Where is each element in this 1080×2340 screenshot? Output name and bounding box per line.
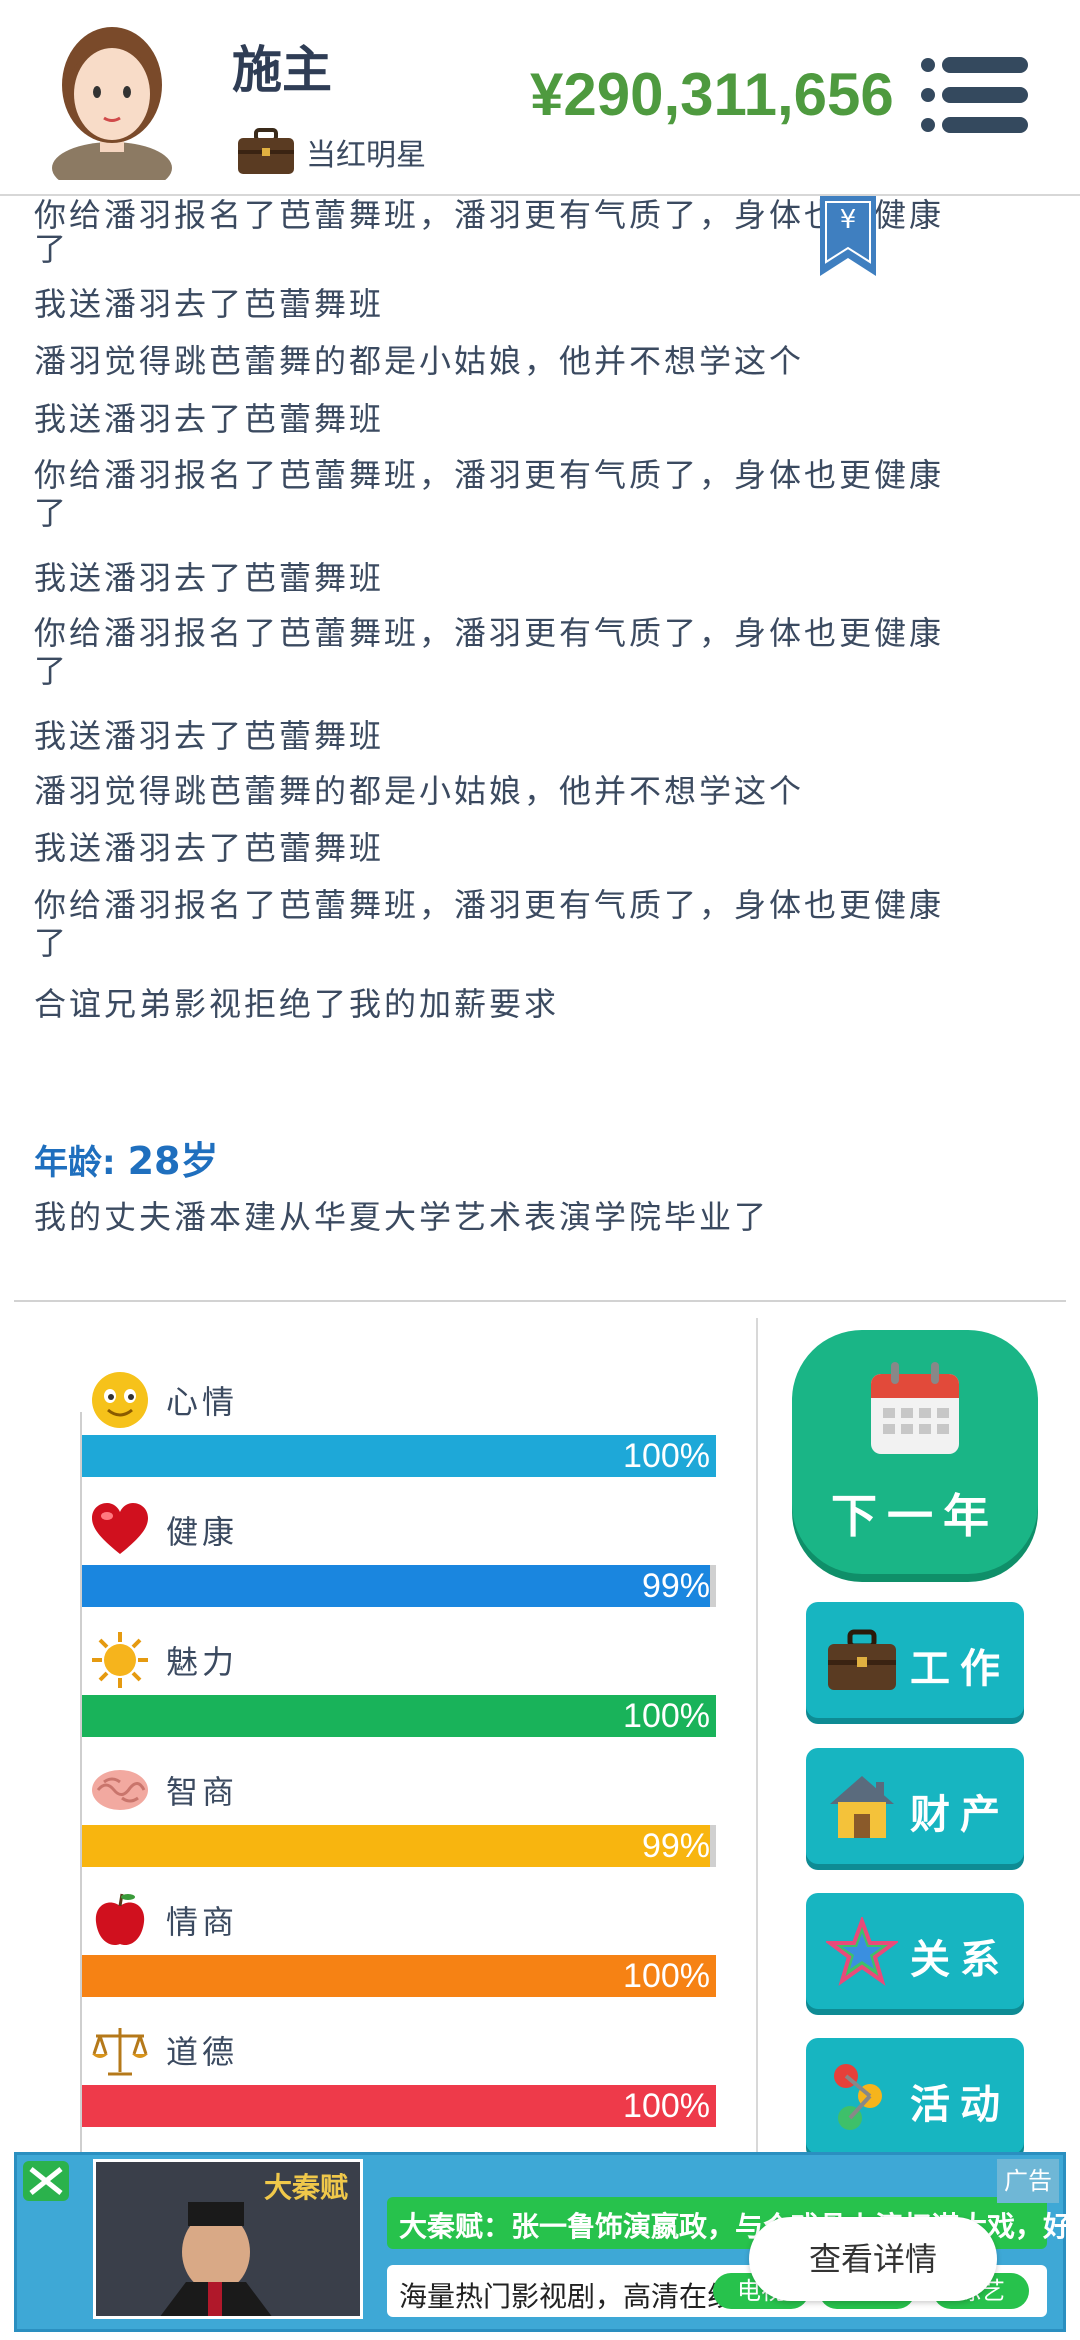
section-divider (14, 1300, 1066, 1302)
stat-value: 100% (623, 1437, 710, 1475)
stat-bar-fill (82, 1955, 716, 1997)
sun-icon (92, 1632, 148, 1688)
stat-head: 魅力 (90, 1630, 238, 1690)
stat-iq: 智商 99% (82, 1760, 722, 1890)
stat-label: 道德 (166, 2033, 239, 2071)
stat-head: 道德 (90, 2020, 238, 2080)
apple-icon (95, 1893, 145, 1946)
log-line: 我送潘羽去了芭蕾舞班 (34, 829, 385, 867)
next-year-label: 下一年 (831, 1489, 999, 1543)
stat-head: 心情 (90, 1370, 238, 1430)
stat-head: 情商 (90, 1890, 238, 1950)
age-value: 28岁 (127, 1139, 219, 1183)
relations-label: 关系 (910, 1937, 1010, 1983)
property-button[interactable]: 财产 (806, 1748, 1024, 1864)
log-line: 了 (34, 652, 70, 690)
briefcase-icon (238, 128, 294, 174)
stat-bar-fill (82, 1825, 710, 1867)
log-line: 我送潘羽去了芭蕾舞班 (34, 559, 385, 597)
house-icon (830, 1776, 894, 1838)
ad-thumbnail-title: 大秦赋 (263, 2171, 348, 2204)
stat-bar-track: 99% (82, 1565, 716, 1607)
activities-button[interactable]: 活动 (806, 2038, 1024, 2154)
calendar-icon (871, 1362, 959, 1454)
ad-banner[interactable]: 大秦赋 大秦赋：张一鲁饰演嬴政，与众戏骨上演权谋大戏，好架 海量热门影视剧，高清… (14, 2152, 1080, 2332)
stat-label: 魅力 (166, 1643, 239, 1681)
stat-value: 100% (623, 1957, 710, 1995)
stat-morality: 道德 100% (82, 2020, 722, 2150)
activities-icon (834, 2064, 882, 2130)
star-icon (826, 1917, 898, 1986)
bookmark-symbol: ¥ (840, 205, 857, 235)
menu-icon[interactable] (920, 55, 1030, 135)
stat-value: 100% (623, 1697, 710, 1735)
stat-bar-track: 100% (82, 1955, 716, 1997)
log-line: 了 (34, 924, 70, 962)
stat-label: 情商 (166, 1903, 239, 1941)
relations-button[interactable]: 关系 (806, 1893, 1024, 2009)
scale-icon (92, 2028, 148, 2076)
ad-thumbnail[interactable]: 大秦赋 (93, 2159, 363, 2319)
ad-details-button[interactable]: 查看详情 (749, 2217, 997, 2301)
stat-head: 健康 (90, 1500, 238, 1560)
column-divider (756, 1318, 758, 2158)
briefcase-icon (828, 1629, 896, 1690)
heart-icon (92, 1503, 148, 1554)
ad-subtitle: 海量热门影视剧，高清在线看 (399, 2280, 764, 2313)
top-header: 施主 当红明星 ¥290,311,656 (0, 0, 1080, 196)
next-year-button[interactable]: 下一年 (792, 1330, 1038, 1574)
ad-logo-icon (23, 2161, 69, 2201)
job-title: 当红明星 (306, 138, 426, 173)
activities-label: 活动 (910, 2082, 1010, 2128)
money-bookmark-icon[interactable]: ¥ (820, 196, 876, 276)
stat-value: 99% (641, 1567, 710, 1605)
log-line: 潘羽觉得跳芭蕾舞的都是小姑娘，他并不想学这个 (34, 772, 805, 810)
stat-label: 智商 (166, 1773, 239, 1811)
stat-bar-fill (82, 1435, 716, 1477)
stat-bar-fill (82, 1695, 716, 1737)
smiley-icon (92, 1372, 148, 1428)
stat-value: 99% (641, 1827, 710, 1865)
stat-head: 智商 (90, 1760, 238, 1820)
stat-value: 100% (623, 2087, 710, 2125)
stat-health: 健康 99% (82, 1500, 722, 1630)
stat-label: 心情 (166, 1383, 239, 1421)
stat-label: 健康 (166, 1513, 239, 1551)
log-line: 潘羽觉得跳芭蕾舞的都是小姑娘，他并不想学这个 (34, 342, 805, 380)
log-line: 我送潘羽去了芭蕾舞班 (34, 400, 385, 438)
job-info: 当红明星 (236, 128, 426, 176)
brain-icon (92, 1770, 148, 1810)
log-line: 了 (34, 230, 70, 268)
stat-bar-fill (82, 1565, 710, 1607)
stat-eq: 情商 100% (82, 1890, 722, 2020)
stat-bar-fill (82, 2085, 716, 2127)
stat-bar-track: 100% (82, 1695, 716, 1737)
age-event-line: 我的丈夫潘本建从华夏大学艺术表演学院毕业了 (34, 1198, 770, 1236)
log-line: 我送潘羽去了芭蕾舞班 (34, 285, 385, 323)
ad-tag: 广告 (997, 2159, 1059, 2203)
log-line: 了 (34, 494, 70, 532)
age-label: 年龄: (34, 1143, 116, 1183)
stat-bar-track: 99% (82, 1825, 716, 1867)
work-button[interactable]: 工作 (806, 1602, 1024, 1718)
avatar[interactable] (42, 10, 182, 180)
money-display: ¥290,311,656 (530, 61, 894, 128)
property-label: 财产 (910, 1792, 1010, 1838)
work-label: 工作 (910, 1646, 1010, 1692)
stat-charm: 魅力 100% (82, 1630, 722, 1760)
stat-bar-track: 100% (82, 2085, 716, 2127)
age-row: 年龄: 28岁 (34, 1130, 219, 1185)
log-line: 合谊兄弟影视拒绝了我的加薪要求 (34, 985, 560, 1023)
log-line: 我送潘羽去了芭蕾舞班 (34, 717, 385, 755)
stat-mood: 心情 100% (82, 1370, 722, 1500)
player-name: 施主 (232, 41, 332, 99)
stat-bar-track: 100% (82, 1435, 716, 1477)
